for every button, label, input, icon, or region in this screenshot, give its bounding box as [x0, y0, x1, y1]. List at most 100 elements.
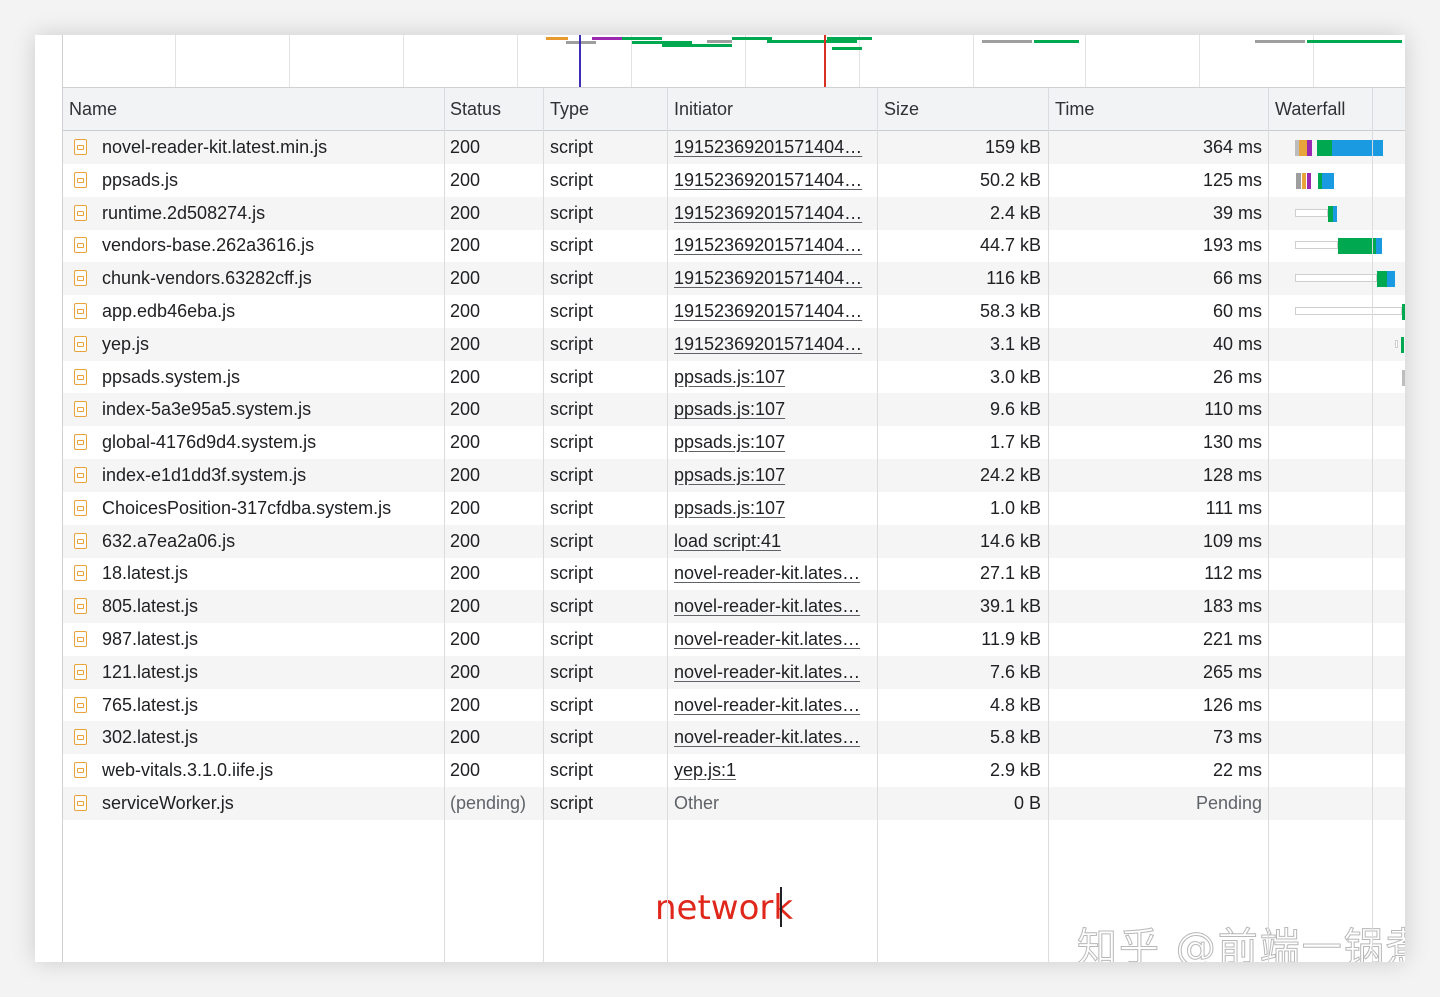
- waterfall-timing-bar: [1307, 140, 1312, 156]
- request-initiator[interactable]: novel-reader-kit.lates…: [674, 590, 872, 623]
- column-header-status[interactable]: Status: [450, 88, 501, 130]
- request-row[interactable]: index-5a3e95a5.system.js 200 script ppsads.…: [62, 393, 1405, 427]
- overview-activity-bar: [732, 37, 772, 40]
- waterfall-timing-bar: [1299, 140, 1307, 156]
- request-initiator[interactable]: load script:41: [674, 525, 872, 558]
- overview-activity-bar: [1034, 40, 1079, 43]
- request-name: ppsads.system.js: [102, 366, 241, 387]
- request-time: 40 ms: [1212, 333, 1262, 354]
- request-row[interactable]: ppsads.system.js 200 script ppsads.js:107 3.…: [62, 361, 1405, 394]
- request-type: script: [550, 366, 594, 387]
- request-size: 39.1 kB: [979, 596, 1041, 617]
- overview-gridline: [1199, 35, 1200, 87]
- script-file-icon: [74, 237, 87, 254]
- request-row[interactable]: ppsads.js 200 script 19152369201571404… 50.2…: [62, 164, 1405, 197]
- request-initiator[interactable]: ppsads.js:107: [674, 393, 872, 426]
- request-row[interactable]: chunk-vendors.63282cff.js 200 script 191523…: [62, 262, 1405, 296]
- request-initiator[interactable]: 19152369201571404…: [674, 328, 872, 361]
- column-divider[interactable]: [877, 88, 878, 962]
- waterfall-timing-bar: [1338, 238, 1376, 255]
- column-divider[interactable]: [1048, 88, 1049, 962]
- request-initiator[interactable]: 19152369201571404…: [674, 197, 872, 230]
- request-size: 3.1 kB: [989, 333, 1041, 354]
- request-row[interactable]: 18.latest.js 200 script novel-reader-kit.la…: [62, 557, 1405, 590]
- request-time: 126 ms: [1202, 694, 1262, 715]
- request-time: 265 ms: [1202, 661, 1262, 682]
- column-header-name[interactable]: Name: [69, 88, 117, 130]
- request-initiator[interactable]: ppsads.js:107: [674, 459, 872, 492]
- request-time: 364 ms: [1202, 137, 1262, 157]
- request-status: 200: [450, 399, 481, 420]
- request-row[interactable]: global-4176d9d4.system.js 200 script ppsads…: [62, 426, 1405, 459]
- column-header-size[interactable]: Size: [884, 88, 919, 130]
- column-header-initiator[interactable]: Initiator: [674, 88, 733, 130]
- request-row[interactable]: 987.latest.js 200 script novel-reader-kit.l…: [62, 623, 1405, 656]
- request-time: 110 ms: [1204, 399, 1262, 420]
- request-row[interactable]: vendors-base.262a3616.js 200 script 1915236…: [62, 229, 1405, 262]
- script-file-icon: [74, 434, 87, 451]
- request-initiator[interactable]: 19152369201571404…: [674, 262, 872, 295]
- request-row[interactable]: 121.latest.js 200 script novel-reader-kit.l…: [62, 655, 1405, 689]
- request-row[interactable]: runtime.2d508274.js 200 script 191523692015…: [62, 196, 1405, 230]
- waterfall-timing-bar: [1387, 271, 1395, 288]
- timeline-overview[interactable]: [62, 35, 1405, 88]
- request-initiator[interactable]: 19152369201571404…: [674, 131, 872, 164]
- column-header-time[interactable]: Time: [1055, 88, 1094, 130]
- request-initiator[interactable]: novel-reader-kit.lates…: [674, 557, 872, 590]
- column-divider[interactable]: [1268, 88, 1269, 962]
- request-row[interactable]: serviceWorker.js (pending) script Other 0 B P…: [62, 787, 1405, 820]
- request-initiator[interactable]: novel-reader-kit.lates…: [674, 721, 872, 754]
- request-initiator[interactable]: ppsads.js:107: [674, 361, 872, 394]
- request-row[interactable]: 765.latest.js 200 script novel-reader-kit.l…: [62, 689, 1405, 722]
- column-header-type[interactable]: Type: [550, 88, 589, 130]
- request-row[interactable]: novel-reader-kit.latest.min.js 200 script 1…: [62, 131, 1405, 164]
- request-type: script: [550, 563, 594, 584]
- request-row[interactable]: ChoicesPosition-317cfdba.system.js 200 scr…: [62, 492, 1405, 525]
- request-size: 24.2 kB: [979, 465, 1041, 485]
- request-initiator[interactable]: ppsads.js:107: [674, 492, 872, 525]
- script-file-icon: [74, 401, 87, 418]
- waterfall-timing-bar: [1333, 205, 1337, 222]
- column-divider[interactable]: [543, 88, 544, 962]
- request-type: script: [550, 333, 594, 354]
- overview-activity-bar: [767, 40, 857, 43]
- request-type: script: [550, 497, 594, 518]
- request-initiator[interactable]: 19152369201571404…: [674, 295, 872, 328]
- request-initiator[interactable]: novel-reader-kit.lates…: [674, 689, 872, 722]
- request-initiator[interactable]: ppsads.js:107: [674, 426, 872, 459]
- request-initiator[interactable]: 19152369201571404…: [674, 229, 872, 262]
- script-file-icon: [74, 270, 87, 287]
- request-status: 200: [450, 694, 481, 715]
- overview-activity-bar: [982, 40, 1032, 43]
- request-time: 60 ms: [1212, 301, 1262, 321]
- request-initiator[interactable]: 19152369201571404…: [674, 164, 872, 197]
- column-header-row: Name Status Type Initiator Size Time Wat…: [62, 88, 1405, 131]
- request-initiator[interactable]: novel-reader-kit.lates…: [674, 656, 872, 689]
- request-row[interactable]: 302.latest.js 200 script novel-reader-kit.l…: [62, 721, 1405, 755]
- request-initiator[interactable]: yep.js:1: [674, 754, 872, 787]
- column-divider[interactable]: [444, 88, 445, 962]
- request-status: (pending): [450, 793, 527, 813]
- request-row[interactable]: yep.js 200 script 19152369201571404… 3.1 kB 4…: [62, 327, 1405, 361]
- column-header-waterfall[interactable]: Waterfall: [1275, 88, 1345, 130]
- request-row[interactable]: 805.latest.js 200 script novel-reader-kit.l…: [62, 590, 1405, 624]
- overview-gridline: [289, 35, 290, 87]
- request-time: 130 ms: [1202, 432, 1262, 453]
- column-divider[interactable]: [667, 88, 668, 962]
- request-status: 200: [450, 760, 481, 781]
- script-file-icon: [74, 762, 87, 779]
- request-initiator[interactable]: novel-reader-kit.lates…: [674, 623, 872, 656]
- overview-gridline: [859, 35, 860, 87]
- request-time: 125 ms: [1202, 169, 1262, 190]
- request-row[interactable]: web-vitals.3.1.0.iife.js 200 script yep.js:…: [62, 754, 1405, 787]
- waterfall-timing-bar: [1296, 172, 1301, 189]
- request-row[interactable]: app.edb46eba.js 200 script 1915236920157140…: [62, 295, 1405, 328]
- request-status: 200: [450, 333, 481, 354]
- request-row[interactable]: index-e1d1dd3f.system.js 200 script ppsads.…: [62, 459, 1405, 492]
- script-file-icon: [74, 598, 87, 615]
- script-file-icon: [74, 631, 87, 647]
- request-size: 50.2 kB: [979, 169, 1041, 190]
- request-status: 200: [450, 596, 481, 617]
- request-status: 200: [450, 268, 481, 289]
- request-row[interactable]: 632.a7ea2a06.js 200 script load script:41 14…: [62, 524, 1405, 558]
